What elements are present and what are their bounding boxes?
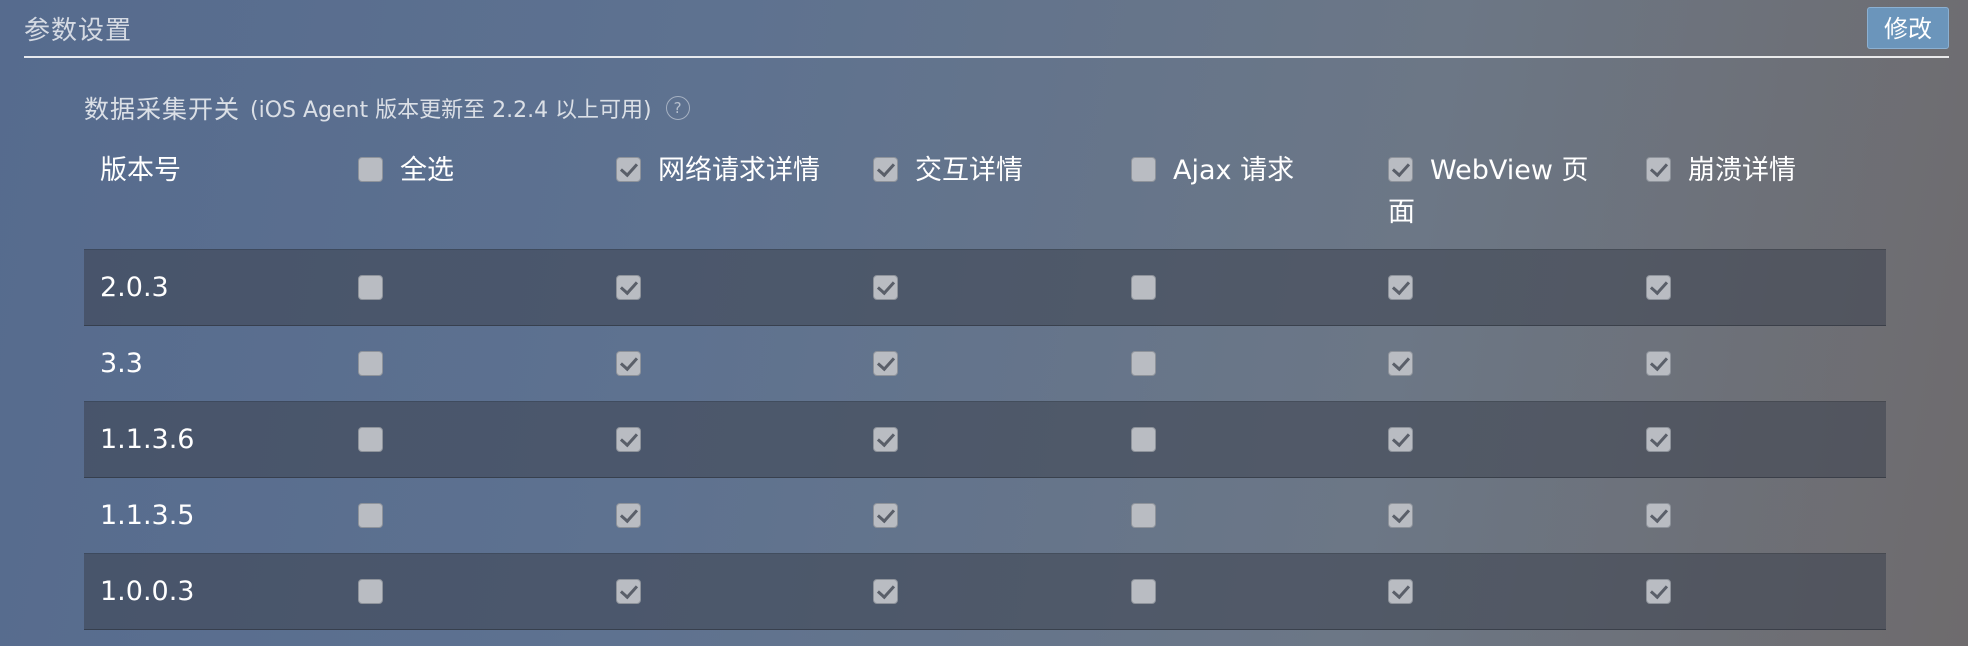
select-all-checkbox[interactable] — [358, 157, 383, 182]
crash-checkbox[interactable] — [1646, 427, 1671, 452]
ajax-checkbox[interactable] — [1131, 427, 1156, 452]
ajax-checkbox[interactable] — [1131, 351, 1156, 376]
version-cell: 3.3 — [100, 348, 143, 379]
table-row: 1.0.0.3 — [84, 554, 1886, 630]
webview-all-checkbox[interactable] — [1388, 157, 1413, 182]
webview-checkbox[interactable] — [1388, 427, 1413, 452]
column-header-label: 崩溃详情 — [1688, 155, 1796, 186]
column-header-select-all: 全选 — [358, 150, 588, 192]
version-cell: 1.0.0.3 — [100, 576, 195, 607]
column-header-label: 网络请求详情 — [658, 155, 820, 186]
ajax-checkbox[interactable] — [1131, 503, 1156, 528]
network-checkbox[interactable] — [616, 579, 641, 604]
edit-button[interactable]: 修改 — [1867, 7, 1949, 49]
interaction-checkbox[interactable] — [873, 579, 898, 604]
network-checkbox[interactable] — [616, 275, 641, 300]
webview-checkbox[interactable] — [1388, 275, 1413, 300]
version-cell: 2.0.3 — [100, 272, 169, 303]
column-header-interaction: 交互详情 — [873, 150, 1103, 192]
table-row: 1.1.3.6 — [84, 402, 1886, 478]
crash-checkbox[interactable] — [1646, 503, 1671, 528]
table-row: 1.1.3.5 — [84, 478, 1886, 554]
column-header-label: 全选 — [400, 155, 454, 186]
row-select-checkbox[interactable] — [358, 427, 383, 452]
interaction-all-checkbox[interactable] — [873, 157, 898, 182]
webview-checkbox[interactable] — [1388, 503, 1413, 528]
crash-checkbox[interactable] — [1646, 579, 1671, 604]
column-header-crash: 崩溃详情 — [1646, 150, 1876, 192]
section-subtitle: (iOS Agent 版本更新至 2.2.4 以上可用) — [250, 98, 652, 123]
webview-checkbox[interactable] — [1388, 579, 1413, 604]
section-header: 数据采集开关 (iOS Agent 版本更新至 2.2.4 以上可用) ? — [84, 90, 690, 126]
crash-checkbox[interactable] — [1646, 351, 1671, 376]
row-select-checkbox[interactable] — [358, 351, 383, 376]
table-row: 3.3 — [84, 326, 1886, 402]
interaction-checkbox[interactable] — [873, 503, 898, 528]
ajax-checkbox[interactable] — [1131, 579, 1156, 604]
version-cell: 1.1.3.5 — [100, 500, 195, 531]
settings-table: 版本号 全选 网络请求详情 交互详情 Ajax 请求 WebView 页面 崩溃… — [84, 137, 1886, 630]
network-checkbox[interactable] — [616, 503, 641, 528]
interaction-checkbox[interactable] — [873, 351, 898, 376]
help-icon[interactable]: ? — [665, 96, 690, 120]
column-header-label: Ajax 请求 — [1173, 155, 1295, 186]
column-header-webview: WebView 页面 — [1388, 150, 1598, 234]
row-select-checkbox[interactable] — [358, 275, 383, 300]
column-header-network: 网络请求详情 — [616, 150, 846, 192]
column-header-label: 版本号 — [100, 155, 181, 186]
column-header-label: WebView 页面 — [1388, 155, 1589, 228]
column-header-label: 交互详情 — [915, 155, 1023, 186]
network-checkbox[interactable] — [616, 351, 641, 376]
webview-checkbox[interactable] — [1388, 351, 1413, 376]
page-header: 参数设置 修改 — [24, 0, 1949, 58]
section-title: 数据采集开关 — [84, 95, 241, 124]
version-cell: 1.1.3.6 — [100, 424, 195, 455]
page-title: 参数设置 — [24, 16, 133, 46]
row-select-checkbox[interactable] — [358, 503, 383, 528]
network-checkbox[interactable] — [616, 427, 641, 452]
table-header: 版本号 全选 网络请求详情 交互详情 Ajax 请求 WebView 页面 崩溃… — [84, 137, 1886, 250]
column-header-ajax: Ajax 请求 — [1131, 150, 1361, 192]
row-select-checkbox[interactable] — [358, 579, 383, 604]
ajax-checkbox[interactable] — [1131, 275, 1156, 300]
network-all-checkbox[interactable] — [616, 157, 641, 182]
table-row: 2.0.3 — [84, 250, 1886, 326]
interaction-checkbox[interactable] — [873, 275, 898, 300]
ajax-all-checkbox[interactable] — [1131, 157, 1156, 182]
interaction-checkbox[interactable] — [873, 427, 898, 452]
crash-checkbox[interactable] — [1646, 275, 1671, 300]
column-header-version: 版本号 — [100, 150, 330, 192]
crash-all-checkbox[interactable] — [1646, 157, 1671, 182]
